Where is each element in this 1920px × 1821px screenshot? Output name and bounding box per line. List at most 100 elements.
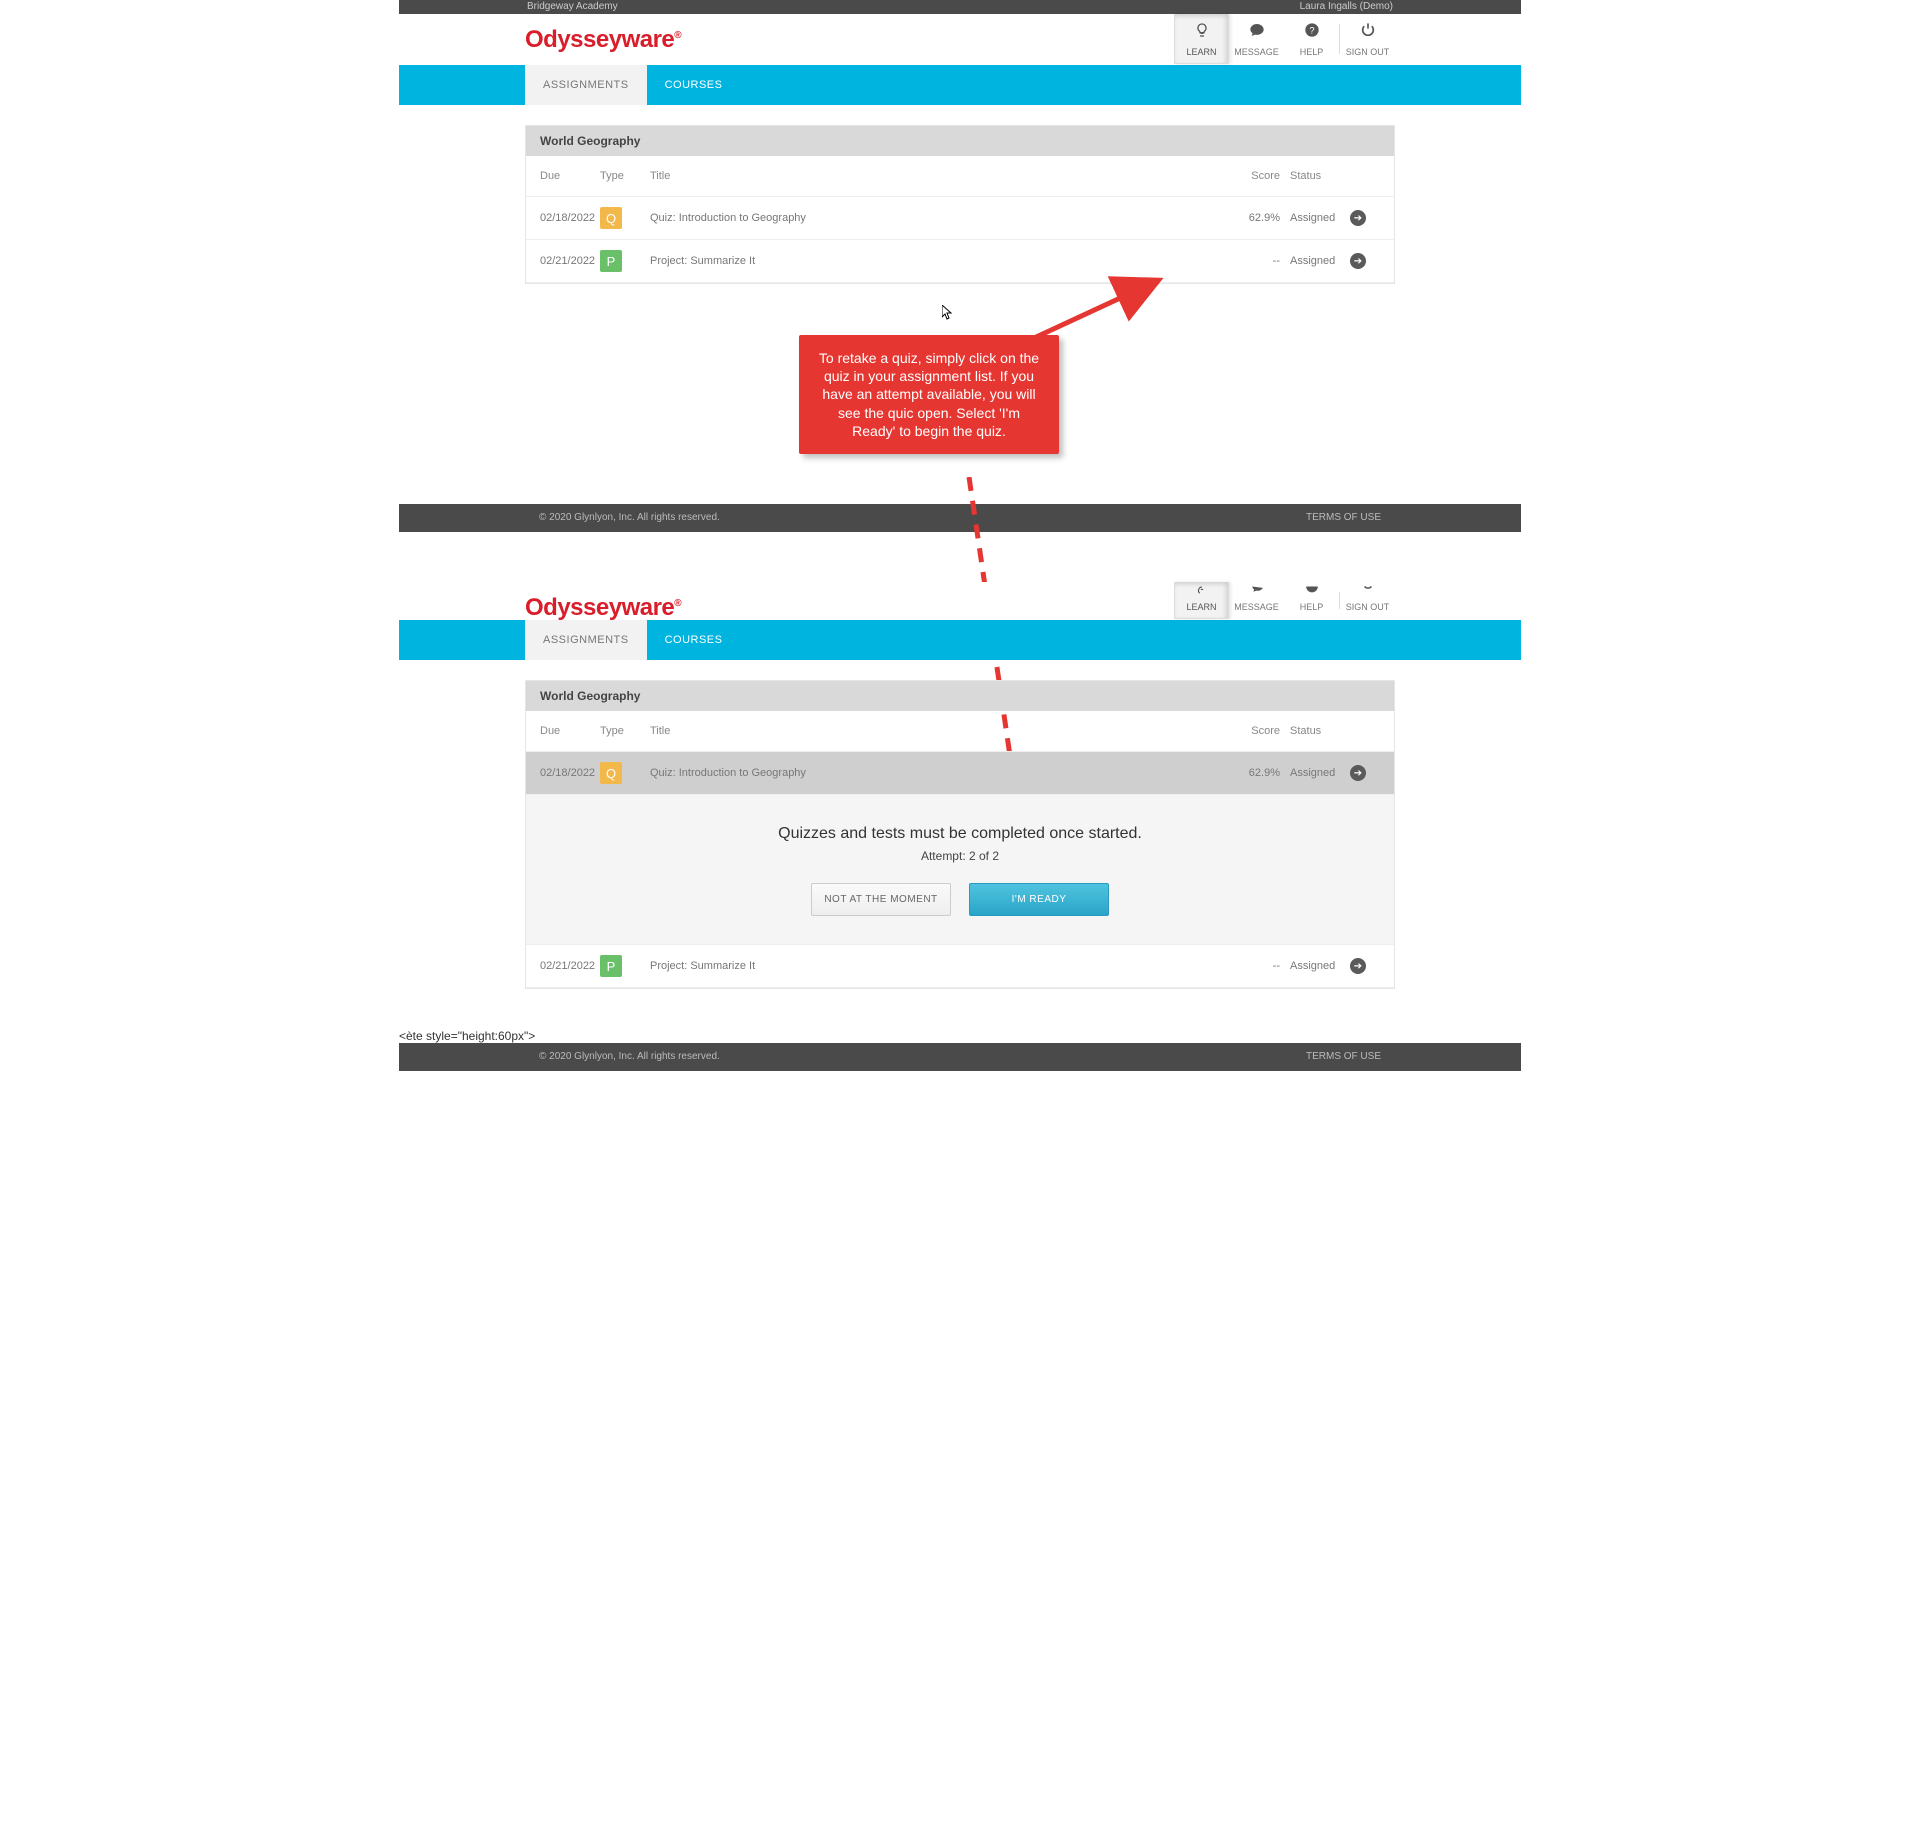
footer: © 2020 Glynlyon, Inc. All rights reserve… bbox=[399, 1043, 1521, 1071]
help-icon: ? bbox=[1288, 22, 1335, 43]
im-ready-button[interactable]: I'M READY bbox=[969, 883, 1109, 916]
nav-label: LEARN bbox=[1186, 47, 1216, 57]
power-icon bbox=[1344, 22, 1391, 43]
nav: LEARN MESSAGE ? HELP bbox=[1174, 14, 1395, 64]
nav-label: LEARN bbox=[1186, 602, 1216, 612]
nav-label: HELP bbox=[1300, 47, 1324, 57]
tab-assignments[interactable]: ASSIGNMENTS bbox=[525, 620, 647, 660]
topbar: Bridgeway Academy Laura Ingalls (Demo) bbox=[399, 0, 1521, 14]
nav-label: MESSAGE bbox=[1234, 47, 1279, 57]
lightbulb-icon bbox=[1179, 22, 1224, 43]
col-due: Due bbox=[540, 725, 600, 737]
column-headers: Due Type Title Score Status bbox=[526, 156, 1394, 197]
tabs: ASSIGNMENTS COURSES bbox=[399, 620, 1521, 660]
arrow-icon bbox=[1029, 268, 1179, 348]
cell-status: Assigned bbox=[1290, 960, 1350, 972]
cell-title: Quiz: Introduction to Geography bbox=[650, 212, 1240, 224]
col-title: Title bbox=[650, 725, 1240, 737]
tabs: ASSIGNMENTS COURSES bbox=[399, 65, 1521, 105]
cell-status: Assigned bbox=[1290, 255, 1350, 267]
speech-icon bbox=[1233, 582, 1280, 600]
gap bbox=[399, 532, 1521, 582]
tab-assignments[interactable]: ASSIGNMENTS bbox=[525, 65, 647, 105]
cell-status: Assigned bbox=[1290, 212, 1350, 224]
callout-text: To retake a quiz, simply click on the qu… bbox=[819, 350, 1039, 439]
nav-label: SIGN OUT bbox=[1346, 602, 1390, 612]
table-row[interactable]: 02/18/2022 Q Quiz: Introduction to Geogr… bbox=[526, 752, 1394, 795]
quiz-badge: Q bbox=[600, 207, 622, 229]
course-box: World Geography Due Type Title Score Sta… bbox=[525, 125, 1395, 284]
nav-message[interactable]: MESSAGE bbox=[1229, 582, 1284, 619]
nav-label: MESSAGE bbox=[1234, 602, 1279, 612]
lightbulb-icon bbox=[1179, 582, 1224, 600]
go-icon[interactable]: ➔ bbox=[1350, 253, 1366, 269]
tab-courses[interactable]: COURSES bbox=[647, 65, 741, 105]
content: World Geography Due Type Title Score Sta… bbox=[525, 105, 1395, 324]
not-now-button[interactable]: NOT AT THE MOMENT bbox=[811, 883, 951, 916]
go-icon[interactable]: ➔ bbox=[1350, 765, 1366, 781]
svg-text:?: ? bbox=[1309, 25, 1314, 35]
cell-due: 02/18/2022 bbox=[540, 212, 600, 224]
cell-score: 62.9% bbox=[1240, 212, 1290, 224]
tab-courses[interactable]: COURSES bbox=[647, 620, 741, 660]
column-headers: Due Type Title Score Status bbox=[526, 711, 1394, 752]
course-title: World Geography bbox=[526, 126, 1394, 156]
go-icon[interactable]: ➔ bbox=[1350, 210, 1366, 226]
content: World Geography Due Type Title Score Sta… bbox=[525, 660, 1395, 1029]
col-type: Type bbox=[600, 170, 650, 182]
table-row[interactable]: 02/18/2022 Q Quiz: Introduction to Geogr… bbox=[526, 197, 1394, 240]
terms-link[interactable]: TERMS OF USE bbox=[1306, 504, 1381, 532]
org-name: Bridgeway Academy bbox=[527, 0, 618, 14]
project-badge: P bbox=[600, 955, 622, 977]
quiz-badge: Q bbox=[600, 762, 622, 784]
table-row[interactable]: 02/21/2022 P Project: Summarize It -- As… bbox=[526, 945, 1394, 988]
nav-message[interactable]: MESSAGE bbox=[1229, 14, 1284, 64]
screenshot-2: Odysseyware® LEARN MESSAGE bbox=[399, 582, 1521, 1043]
quiz-ready-panel: Quizzes and tests must be completed once… bbox=[526, 795, 1394, 945]
cell-score: -- bbox=[1240, 960, 1290, 972]
cell-score: 62.9% bbox=[1240, 767, 1290, 779]
cell-due: 02/21/2022 bbox=[540, 960, 600, 972]
course-title: World Geography bbox=[526, 681, 1394, 711]
panel-message: Quizzes and tests must be completed once… bbox=[546, 825, 1374, 843]
cell-score: -- bbox=[1240, 255, 1290, 267]
nav-signout[interactable]: SIGN OUT bbox=[1340, 14, 1395, 64]
course-box: World Geography Due Type Title Score Sta… bbox=[525, 680, 1395, 989]
nav-learn[interactable]: LEARN bbox=[1174, 582, 1229, 619]
terms-link[interactable]: TERMS OF USE bbox=[1306, 1043, 1381, 1071]
user-name: Laura Ingalls (Demo) bbox=[1300, 0, 1393, 14]
speech-icon bbox=[1233, 22, 1280, 43]
header: Odysseyware® LEARN MESSAGE bbox=[399, 582, 1521, 620]
help-icon bbox=[1288, 582, 1335, 600]
nav-label: HELP bbox=[1300, 602, 1324, 612]
col-status: Status bbox=[1290, 725, 1350, 737]
nav-learn[interactable]: LEARN bbox=[1174, 14, 1229, 64]
col-score: Score bbox=[1240, 170, 1290, 182]
col-title: Title bbox=[650, 170, 1240, 182]
power-icon bbox=[1344, 582, 1391, 600]
nav: LEARN MESSAGE HELP bbox=[1174, 582, 1395, 619]
cell-title: Quiz: Introduction to Geography bbox=[650, 767, 1240, 779]
copyright: © 2020 Glynlyon, Inc. All rights reserve… bbox=[539, 1043, 720, 1071]
cell-status: Assigned bbox=[1290, 767, 1350, 779]
nav-signout[interactable]: SIGN OUT bbox=[1340, 582, 1395, 619]
cell-due: 02/18/2022 bbox=[540, 767, 600, 779]
callout: To retake a quiz, simply click on the qu… bbox=[799, 335, 1059, 454]
cursor-icon bbox=[942, 305, 954, 324]
nav-help[interactable]: HELP bbox=[1284, 582, 1339, 619]
panel-sub: Attempt: 2 of 2 bbox=[546, 849, 1374, 863]
col-status: Status bbox=[1290, 170, 1350, 182]
table-row[interactable]: 02/21/2022 P Project: Summarize It -- As… bbox=[526, 240, 1394, 283]
screenshot-1: Bridgeway Academy Laura Ingalls (Demo) O… bbox=[399, 0, 1521, 532]
nav-label: SIGN OUT bbox=[1346, 47, 1390, 57]
col-type: Type bbox=[600, 725, 650, 737]
brand-logo: Odysseyware® bbox=[525, 14, 681, 54]
go-icon[interactable]: ➔ bbox=[1350, 958, 1366, 974]
brand-logo: Odysseyware® bbox=[525, 582, 681, 622]
cell-title: Project: Summarize It bbox=[650, 255, 1240, 267]
col-score: Score bbox=[1240, 725, 1290, 737]
col-due: Due bbox=[540, 170, 600, 182]
cell-due: 02/21/2022 bbox=[540, 255, 600, 267]
copyright: © 2020 Glynlyon, Inc. All rights reserve… bbox=[539, 504, 720, 532]
nav-help[interactable]: ? HELP bbox=[1284, 14, 1339, 64]
